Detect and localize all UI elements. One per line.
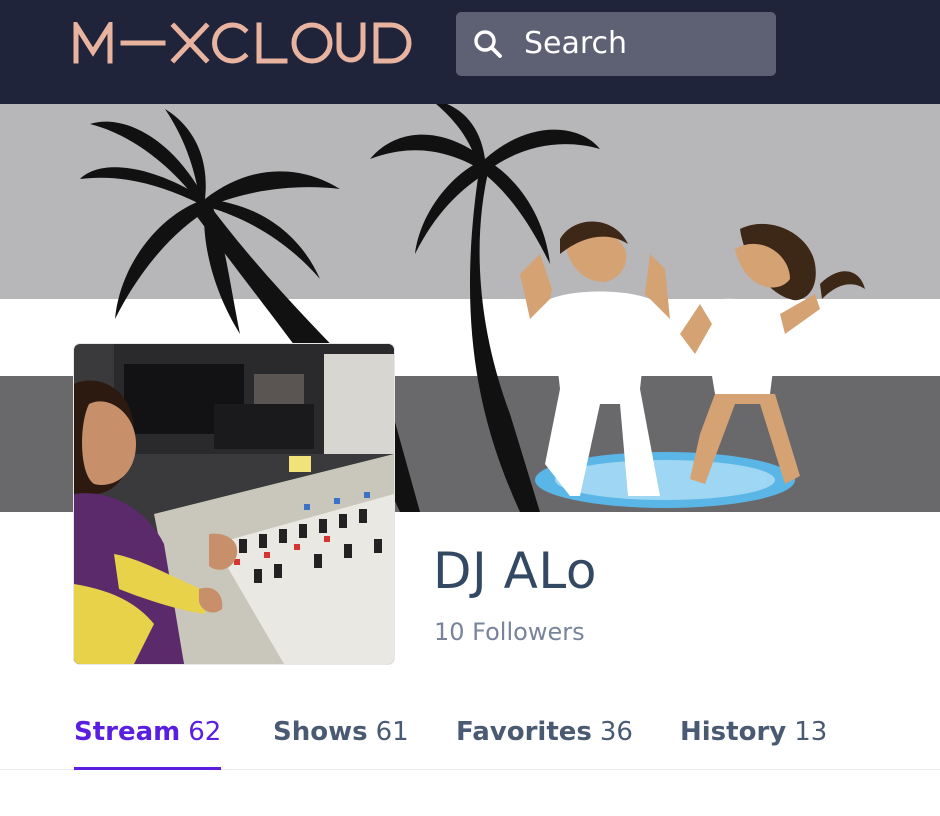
tab-stream-label: Stream — [74, 717, 181, 747]
search-icon — [474, 30, 502, 58]
tab-history-count: 13 — [794, 717, 828, 747]
profile-name: DJ ALo — [433, 542, 597, 600]
top-navigation-bar: Search — [0, 0, 940, 104]
tab-favorites-label: Favorites — [456, 717, 592, 747]
tab-shows-count: 61 — [375, 717, 409, 747]
tab-history[interactable]: History 13 — [680, 712, 827, 770]
tab-favorites-count: 36 — [599, 717, 633, 747]
search-placeholder: Search — [524, 26, 628, 61]
search-input[interactable]: Search — [456, 12, 776, 76]
followers-count[interactable]: 10 Followers — [434, 615, 585, 649]
tab-favorites[interactable]: Favorites 36 — [456, 712, 633, 770]
tab-history-label: History — [680, 717, 787, 747]
tab-shows[interactable]: Shows 61 — [273, 712, 409, 770]
mixcloud-logo[interactable] — [73, 22, 415, 64]
profile-avatar[interactable] — [74, 344, 394, 664]
profile-tabs: Stream 62 Shows 61 Favorites 36 History 13 — [0, 690, 940, 770]
tab-stream-count: 62 — [188, 717, 222, 747]
tab-stream[interactable]: Stream 62 — [74, 712, 222, 770]
tab-shows-label: Shows — [273, 717, 368, 747]
